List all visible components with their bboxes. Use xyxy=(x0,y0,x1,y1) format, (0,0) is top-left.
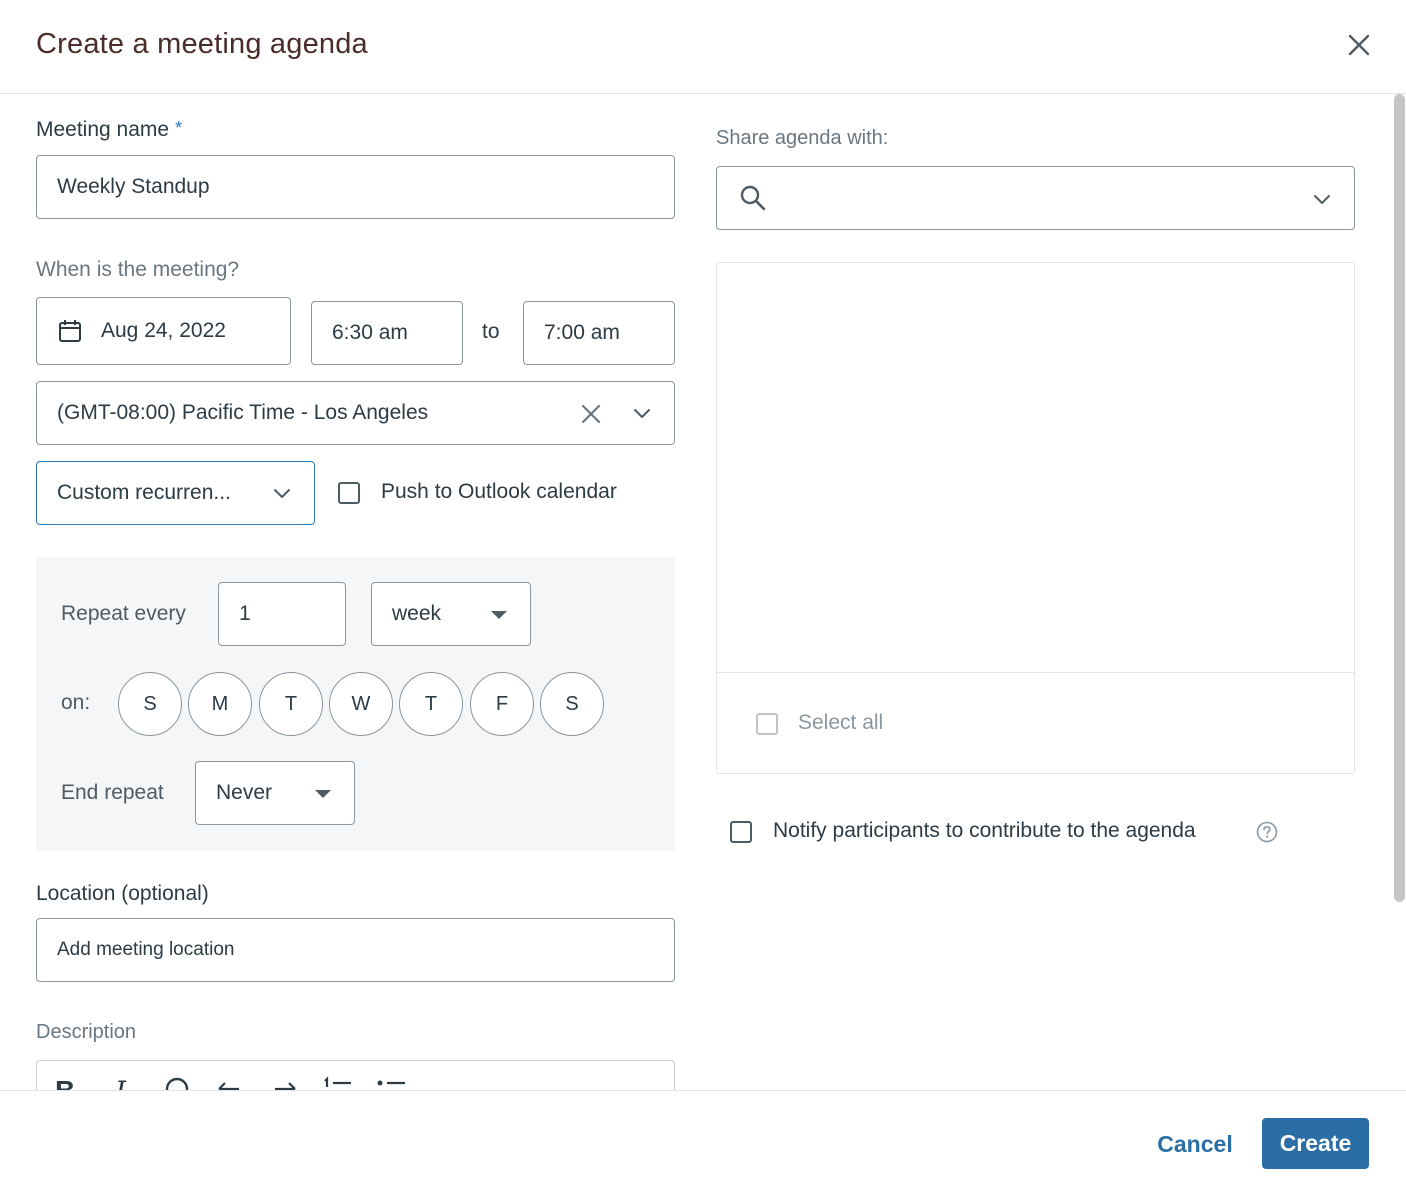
create-button[interactable]: Create xyxy=(1262,1118,1369,1169)
italic-icon[interactable]: I xyxy=(115,1075,126,1090)
repeat-every-label: Repeat every xyxy=(61,602,186,625)
location-label: Location (optional) xyxy=(36,882,209,905)
participants-divider xyxy=(716,672,1355,673)
description-label: Description xyxy=(36,1021,137,1043)
date-value: Aug 24, 2022 xyxy=(101,319,226,342)
start-time-input[interactable]: 6:30 am xyxy=(311,301,463,365)
notify-checkbox[interactable] xyxy=(730,821,752,843)
link-icon[interactable] xyxy=(163,1075,191,1090)
select-all-label: Select all xyxy=(798,711,884,734)
when-label: When is the meeting? xyxy=(36,258,240,281)
recurrence-select[interactable]: Custom recurren... xyxy=(36,461,315,525)
meeting-name-label: Meeting name * xyxy=(36,118,182,142)
cancel-button[interactable]: Cancel xyxy=(1150,1120,1240,1168)
end-time-value: 7:00 am xyxy=(544,321,620,344)
clear-icon[interactable] xyxy=(577,400,605,428)
share-search-input[interactable] xyxy=(716,166,1355,230)
select-all-checkbox[interactable] xyxy=(756,713,778,735)
caret-down-icon xyxy=(314,788,332,800)
push-outlook-label: Push to Outlook calendar xyxy=(381,480,617,503)
end-repeat-value: Never xyxy=(216,781,273,804)
on-label: on: xyxy=(61,691,91,714)
meeting-name-value: Weekly Standup xyxy=(57,175,210,198)
push-outlook-checkbox[interactable] xyxy=(338,482,360,504)
description-toolbar: B I xyxy=(36,1060,675,1090)
search-icon xyxy=(739,184,767,212)
repeat-every-value: 1 xyxy=(239,602,251,625)
share-label: Share agenda with: xyxy=(716,127,889,149)
meeting-name-label-text: Meeting name xyxy=(36,118,170,141)
day-toggle-sunday[interactable]: S xyxy=(118,672,182,736)
end-time-input[interactable]: 7:00 am xyxy=(523,301,675,365)
timezone-select[interactable]: (GMT-08:00) Pacific Time - Los Angeles xyxy=(36,381,675,445)
location-input[interactable]: Add meeting location xyxy=(36,918,675,982)
bullet-list-icon[interactable] xyxy=(375,1075,407,1090)
chevron-down-icon[interactable] xyxy=(1311,188,1333,210)
dialog-title: Create a meeting agenda xyxy=(36,28,368,60)
notify-label: Notify participants to contribute to the… xyxy=(773,819,1196,842)
start-time-value: 6:30 am xyxy=(332,321,408,344)
ordered-list-icon[interactable] xyxy=(321,1075,353,1090)
day-toggle-wednesday[interactable]: W xyxy=(329,672,393,736)
undo-icon[interactable] xyxy=(215,1075,243,1090)
recurrence-value: Custom recurren... xyxy=(57,481,231,504)
location-placeholder: Add meeting location xyxy=(57,939,235,960)
day-toggle-friday[interactable]: F xyxy=(470,672,534,736)
redo-icon[interactable] xyxy=(271,1075,299,1090)
caret-down-icon xyxy=(490,609,508,621)
help-icon[interactable] xyxy=(1256,821,1278,843)
calendar-icon xyxy=(57,318,83,344)
participants-list xyxy=(716,262,1355,774)
close-icon[interactable] xyxy=(1342,28,1376,62)
repeat-unit-value: week xyxy=(392,602,442,625)
meeting-name-input[interactable]: Weekly Standup xyxy=(36,155,675,219)
bold-icon[interactable]: B xyxy=(55,1075,75,1090)
day-toggle-thursday[interactable]: T xyxy=(399,672,463,736)
day-toggle-monday[interactable]: M xyxy=(188,672,252,736)
repeat-every-input[interactable]: 1 xyxy=(218,582,346,646)
chevron-down-icon xyxy=(271,482,293,504)
to-label: to xyxy=(482,320,500,343)
day-toggle-saturday[interactable]: S xyxy=(540,672,604,736)
end-repeat-label: End repeat xyxy=(61,781,164,804)
scrollbar-thumb[interactable] xyxy=(1394,94,1405,902)
dialog-header: Create a meeting agenda xyxy=(0,0,1406,94)
repeat-unit-select[interactable]: week xyxy=(371,582,531,646)
chevron-down-icon[interactable] xyxy=(631,402,653,424)
timezone-value: (GMT-08:00) Pacific Time - Los Angeles xyxy=(57,401,429,424)
required-mark: * xyxy=(175,118,183,138)
day-toggle-tuesday[interactable]: T xyxy=(259,672,323,736)
end-repeat-select[interactable]: Never xyxy=(195,761,355,825)
date-picker[interactable]: Aug 24, 2022 xyxy=(36,297,291,365)
